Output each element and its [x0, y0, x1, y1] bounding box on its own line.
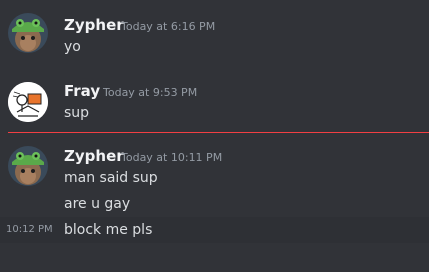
user-avatar[interactable]	[8, 13, 48, 53]
new-messages-divider	[8, 132, 429, 133]
message-text: block me pls	[64, 222, 153, 238]
message-timestamp: Today at 10:11 PM	[121, 151, 223, 164]
user-avatar[interactable]	[8, 82, 48, 122]
user-avatar[interactable]	[8, 146, 48, 186]
message-text: man said sup	[64, 170, 158, 186]
message-text: sup	[64, 105, 90, 121]
message-hover-timestamp: 10:12 PM	[6, 224, 53, 235]
message-author[interactable]: Fray	[64, 82, 100, 100]
message-text: yo	[64, 39, 81, 55]
message-timestamp: Today at 6:16 PM	[121, 20, 216, 33]
message-author[interactable]: Zypher	[64, 16, 124, 34]
message-timestamp: Today at 9:53 PM	[103, 86, 198, 99]
message-author[interactable]: Zypher	[64, 147, 124, 165]
chat-messages: Zypher Today at 6:16 PM yo Fray Today at…	[0, 0, 429, 272]
message-text: are u gay	[64, 196, 131, 212]
